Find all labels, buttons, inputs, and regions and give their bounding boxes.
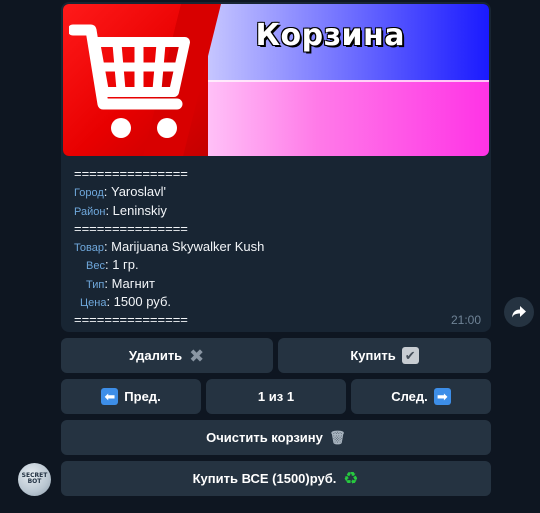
clear-cart-button[interactable]: Очистить корзину 🗑 bbox=[61, 420, 491, 455]
next-button-label: След. bbox=[391, 389, 428, 404]
banner-pink-panel bbox=[203, 80, 489, 156]
banner-title: Корзина bbox=[255, 18, 405, 53]
buy-button-label: Купить bbox=[350, 348, 396, 363]
city-label: Город bbox=[74, 187, 104, 200]
weight-value: : 1 гр. bbox=[104, 257, 139, 273]
avatar-logo-text: SECRET BOT bbox=[21, 472, 48, 485]
product-value: : Marijuana Skywalker Kush bbox=[103, 239, 265, 255]
buy-button[interactable]: Купить ✔ bbox=[278, 338, 491, 373]
price-row: Цена: 1500 руб. bbox=[74, 293, 484, 311]
banner-divider bbox=[203, 80, 489, 82]
forward-button[interactable] bbox=[504, 297, 534, 327]
buy-all-label: Купить ВСЕ (1500)руб. bbox=[192, 471, 337, 486]
separator-line: =============== bbox=[74, 220, 188, 236]
type-label: Тип bbox=[86, 278, 105, 291]
district-label: Район bbox=[74, 205, 106, 218]
delete-button[interactable]: Удалить ✖ bbox=[61, 338, 273, 373]
type-row: Тип: Магнит bbox=[74, 275, 484, 293]
pager-label: 1 из 1 bbox=[257, 389, 295, 404]
order-details: =============== Город: Yaroslavl' Район:… bbox=[74, 165, 484, 330]
product-label: Товар bbox=[74, 242, 104, 255]
city-value: : Yaroslavl' bbox=[103, 184, 166, 200]
weight-row: Вес: 1 гр. bbox=[74, 256, 484, 274]
type-value: : Магнит bbox=[104, 275, 155, 291]
message-time: 21:00 bbox=[450, 313, 481, 327]
message-bubble: Корзина =============== Город: Yaroslavl… bbox=[61, 2, 491, 332]
district-value: : Leninskiy bbox=[105, 202, 167, 218]
next-button[interactable]: След. ➡ bbox=[351, 379, 491, 414]
separator-line: =============== bbox=[74, 312, 188, 328]
pager-button[interactable]: 1 из 1 bbox=[206, 379, 346, 414]
prev-button[interactable]: ⬅ Пред. bbox=[61, 379, 201, 414]
cart-banner-image: Корзина bbox=[63, 4, 489, 156]
price-value: : 1500 руб. bbox=[106, 294, 171, 310]
recycle-icon: ♻ bbox=[343, 469, 359, 488]
delete-button-label: Удалить bbox=[128, 348, 183, 363]
forward-arrow-icon bbox=[512, 306, 526, 318]
product-row: Товар: Marijuana Skywalker Kush bbox=[74, 238, 484, 256]
left-arrow-icon: ⬅ bbox=[101, 388, 119, 405]
prev-button-label: Пред. bbox=[124, 389, 161, 404]
clear-cart-label: Очистить корзину bbox=[206, 430, 323, 445]
buy-all-button[interactable]: Купить ВСЕ (1500)руб. ♻ bbox=[61, 461, 491, 496]
city-row: Город: Yaroslavl' bbox=[74, 183, 484, 201]
check-mark-icon: ✔ bbox=[401, 347, 419, 364]
price-label: Цена bbox=[80, 297, 107, 310]
trash-icon: 🗑 bbox=[329, 430, 346, 445]
cross-mark-icon: ✖ bbox=[189, 345, 205, 366]
shopping-cart-icon bbox=[69, 24, 190, 138]
separator-line: =============== bbox=[74, 166, 188, 181]
weight-label: Вес bbox=[86, 260, 105, 273]
bot-avatar[interactable]: SECRET BOT bbox=[18, 463, 51, 496]
district-row: Район: Leninskiy bbox=[74, 202, 484, 220]
right-arrow-icon: ➡ bbox=[433, 388, 451, 405]
